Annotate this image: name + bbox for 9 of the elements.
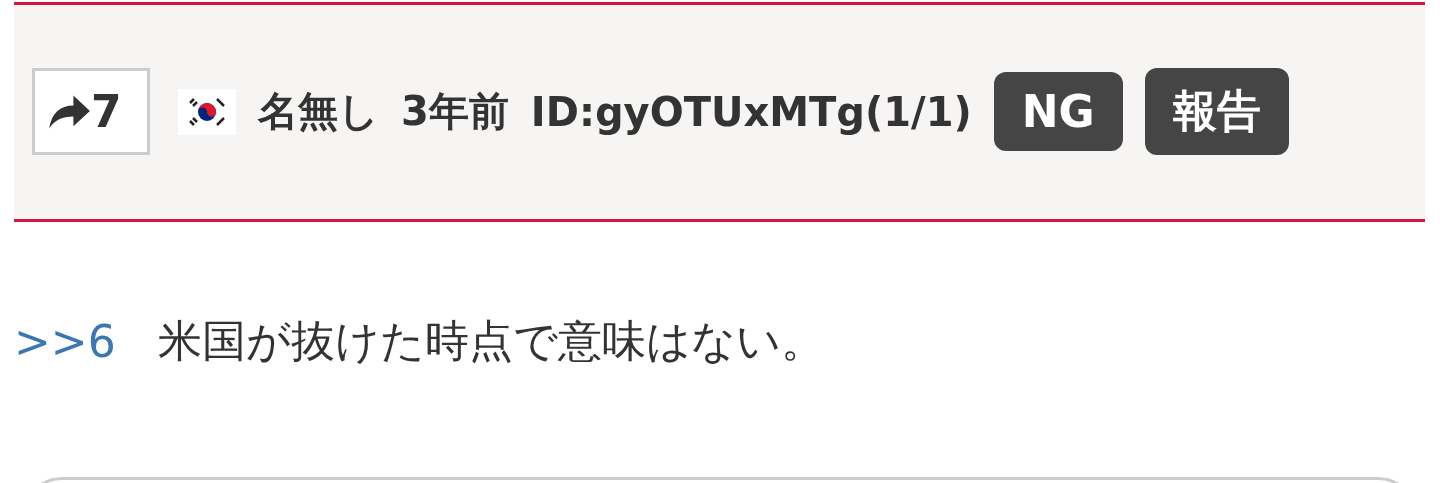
reply-link[interactable]: >>6: [14, 316, 116, 367]
poster-name: 名無し: [258, 87, 379, 136]
ng-button[interactable]: NG: [993, 72, 1123, 151]
post-age: 3年前: [401, 87, 509, 136]
post-text: 米国が抜けた時点で意味はない。: [157, 314, 825, 368]
flag-icon: [178, 88, 236, 135]
poster-id: ID:gyOTUxMTg(1/1): [530, 88, 972, 135]
share-button[interactable]: 7: [32, 68, 150, 155]
report-button[interactable]: 報告: [1144, 68, 1289, 155]
